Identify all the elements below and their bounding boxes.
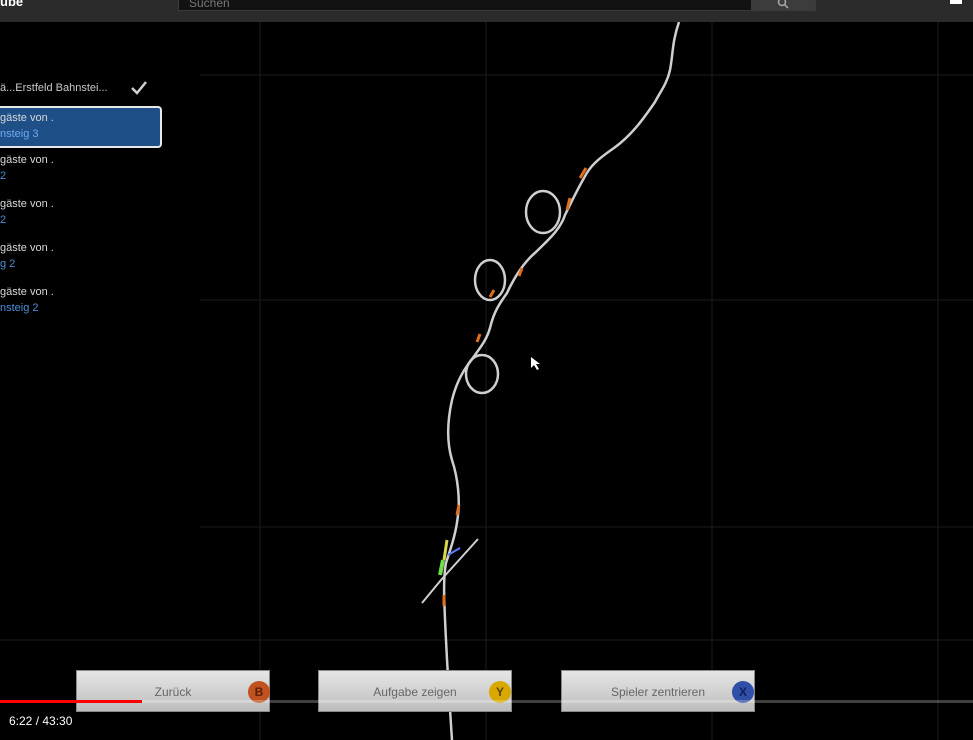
show-task-button-label: Aufgabe zeigen	[373, 685, 457, 699]
show-task-button[interactable]: Aufgabe zeigen Y	[318, 670, 512, 712]
center-player-button-label: Spieler zentrieren	[610, 685, 706, 699]
time-display: 6:22 / 43:30	[9, 714, 73, 728]
search-icon	[777, 0, 789, 9]
task-list-header: ä...Erstfeld Bahnstei...	[0, 82, 108, 94]
back-button-label: Zurück	[154, 685, 192, 699]
task-subtitle: g 2	[0, 258, 16, 270]
video-progress-bar[interactable]	[0, 700, 973, 703]
task-title: gäste von .	[0, 242, 54, 254]
search-button[interactable]	[752, 0, 816, 11]
task-subtitle: 2	[0, 214, 7, 226]
task-item-3[interactable]: gäste von . 2	[0, 196, 158, 228]
upload-icon[interactable]	[950, 0, 962, 4]
track-line	[442, 22, 681, 740]
track-loop-lower	[464, 353, 500, 395]
center-player-button[interactable]: Spieler zentrieren X	[561, 670, 755, 712]
track-loop-upper	[524, 189, 562, 235]
search-input[interactable]: Suchen	[178, 0, 752, 11]
checkmark-icon	[131, 81, 147, 95]
mouse-cursor-icon	[531, 357, 540, 370]
task-item-5[interactable]: gäste von . nsteig 2	[0, 284, 158, 316]
task-title: gäste von .	[0, 112, 54, 124]
task-item-1[interactable]: gäste von . nsteig 3	[0, 106, 162, 148]
task-item-4[interactable]: gäste von . g 2	[0, 240, 158, 272]
task-item-2[interactable]: gäste von . 2	[0, 152, 158, 184]
task-title: gäste von .	[0, 154, 54, 166]
task-title: gäste von .	[0, 286, 54, 298]
task-subtitle: nsteig 3	[0, 128, 39, 140]
youtube-logo[interactable]: ube	[0, 0, 23, 9]
task-subtitle: 2	[0, 170, 7, 182]
video-progress-played	[0, 700, 143, 703]
youtube-topbar: ube Suchen	[0, 0, 973, 22]
back-button[interactable]: Zurück B	[76, 670, 270, 712]
task-title: gäste von .	[0, 198, 54, 210]
task-subtitle: nsteig 2	[0, 302, 39, 314]
